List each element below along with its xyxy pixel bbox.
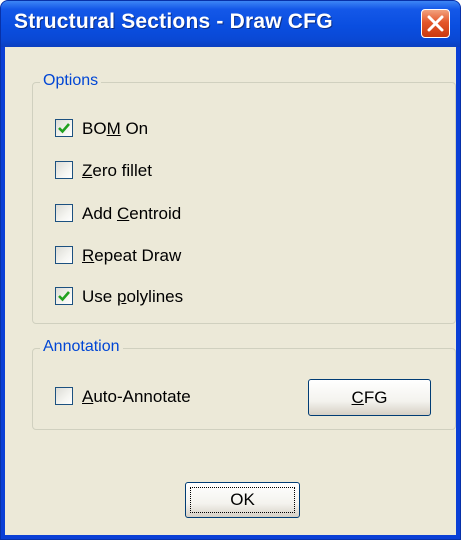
checkmark-icon: [58, 291, 70, 302]
checkmark-icon: [58, 123, 70, 134]
ok-button[interactable]: OK: [185, 482, 300, 518]
auto-annotate-label: Auto-Annotate: [82, 387, 191, 406]
dialog-window: Structural Sections - Draw CFG Options B…: [0, 0, 461, 540]
close-icon: [427, 15, 444, 32]
add-centroid-label: Add Centroid: [82, 204, 182, 223]
cfg-button[interactable]: CFG: [308, 379, 431, 416]
bom-on-label: BOM On: [82, 119, 149, 138]
annotation-group-legend: Annotation: [40, 338, 123, 356]
focus-rectangle: [190, 487, 295, 513]
options-group-legend: Options: [40, 72, 102, 90]
checkbox-box[interactable]: [55, 119, 73, 137]
checkbox-box[interactable]: [55, 287, 73, 305]
checkbox-box[interactable]: [55, 161, 73, 179]
checkbox-box[interactable]: [55, 387, 73, 405]
window-title: Structural Sections - Draw CFG: [14, 10, 333, 33]
repeat-draw-label: Repeat Draw: [82, 246, 182, 265]
title-bar[interactable]: Structural Sections - Draw CFG: [1, 1, 460, 47]
dialog-client-area: Options BOM On Zero fillet Add Centroid …: [5, 47, 456, 535]
zero-fillet-label: Zero fillet: [82, 161, 152, 180]
use-polylines-label: Use polylines: [82, 287, 184, 306]
close-button[interactable]: [421, 9, 450, 38]
checkbox-box[interactable]: [55, 246, 73, 264]
checkbox-box[interactable]: [55, 204, 73, 222]
